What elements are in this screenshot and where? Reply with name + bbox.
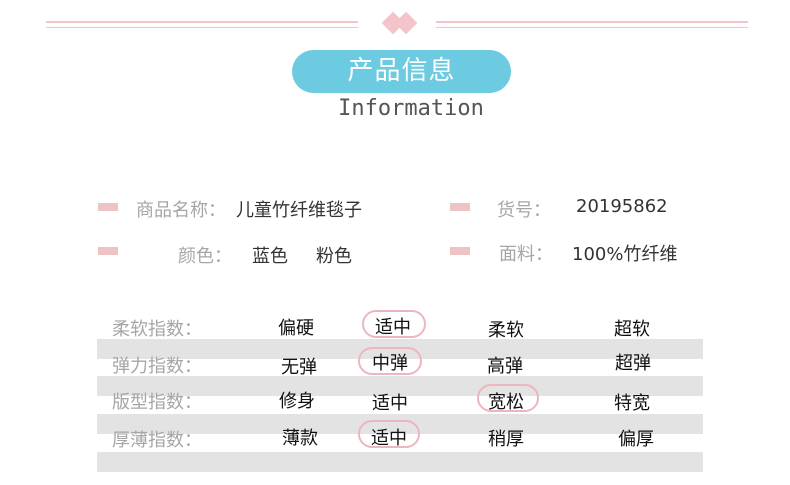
softness-option-selected: 适中 <box>375 317 411 338</box>
color-value-blue: 蓝色 <box>252 246 288 267</box>
elasticity-option: 超弹 <box>615 353 651 374</box>
top-divider-left <box>46 21 358 23</box>
elasticity-option: 高弹 <box>487 356 523 377</box>
thickness-option: 薄款 <box>282 428 318 449</box>
color-value-pink: 粉色 <box>316 246 352 267</box>
top-divider-left-thin <box>46 27 358 28</box>
table-stripe <box>97 452 703 472</box>
fit-option: 特宽 <box>614 393 650 414</box>
fit-option: 适中 <box>372 393 408 414</box>
softness-option: 超软 <box>614 319 650 340</box>
thickness-option: 偏厚 <box>618 429 654 450</box>
product-name-value: 儿童竹纤维毯子 <box>236 200 362 221</box>
top-divider-right-thin <box>436 27 748 28</box>
color-label: 颜色： <box>178 246 232 267</box>
elasticity-option: 无弹 <box>281 357 317 378</box>
elasticity-option-selected: 中弹 <box>372 353 408 374</box>
bullet-bar <box>450 203 470 211</box>
section-subtitle: Information <box>338 96 484 121</box>
softness-option: 柔软 <box>488 320 524 341</box>
sku-label: 货号： <box>497 200 551 221</box>
thickness-option: 稍厚 <box>488 429 524 450</box>
sku-value: 20195862 <box>576 196 668 217</box>
fit-label: 版型指数： <box>112 392 202 413</box>
section-title: 产品信息 <box>292 50 511 93</box>
bullet-bar <box>450 247 470 255</box>
elasticity-label: 弹力指数： <box>112 356 202 377</box>
material-value: 100%竹纤维 <box>572 244 678 265</box>
fit-option-selected: 宽松 <box>488 392 524 413</box>
bullet-bar <box>98 247 118 255</box>
diamond-ornament-right <box>394 11 418 35</box>
bullet-bar <box>98 203 118 211</box>
top-divider-right <box>436 21 748 23</box>
thickness-label: 厚薄指数： <box>112 430 202 451</box>
softness-option: 偏硬 <box>278 318 314 339</box>
material-label: 面料： <box>499 244 553 265</box>
thickness-option-selected: 适中 <box>371 428 407 449</box>
fit-option: 修身 <box>279 391 315 412</box>
softness-label: 柔软指数： <box>112 319 202 340</box>
product-name-label: 商品名称： <box>136 200 226 221</box>
